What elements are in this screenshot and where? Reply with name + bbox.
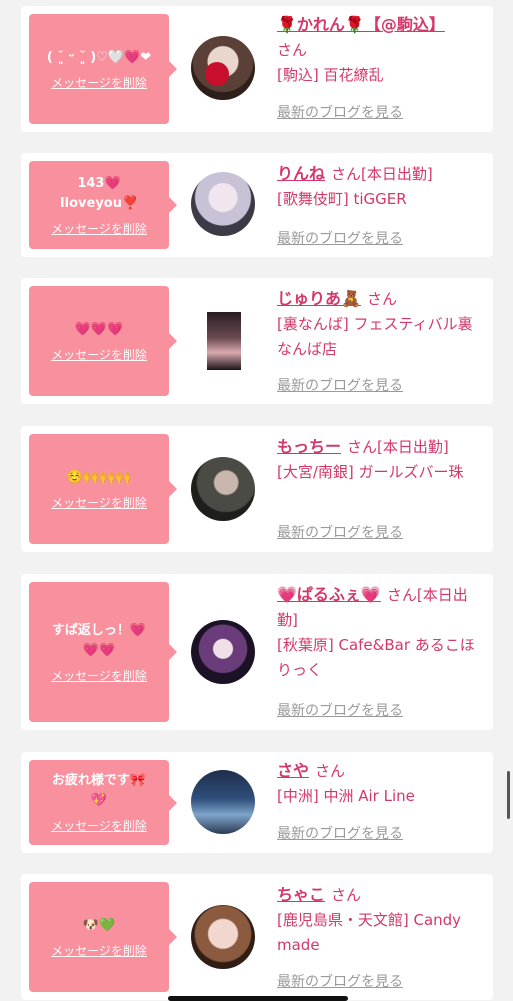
latest-blog-link[interactable]: 最新のブログを見る <box>277 971 403 991</box>
shop-label: [鹿児島県・天文館] Candy made <box>277 911 462 954</box>
message-card: 143💗 Iloveyou❣️ メッセージを削除 りんね さん[本日出勤] [歌舞… <box>21 153 493 257</box>
shop-label: [歌舞伎町] tiGGER <box>277 190 407 208</box>
message-card: ☺️🙌🙌🙌 メッセージを削除 もっちー さん[本日出勤] [大宮/南銀] ガールズ… <box>21 426 493 552</box>
latest-blog-link[interactable]: 最新のブログを見る <box>277 823 403 843</box>
shop-label: [裏なんば] フェスティバル裏なんば店 <box>277 315 473 358</box>
san-label: さん[本日出勤] <box>331 165 433 183</box>
scrollbar[interactable] <box>507 771 510 819</box>
san-label: さん[本日出勤] <box>347 438 449 456</box>
san-label: さん <box>366 290 397 308</box>
message-text: 💗💗💗 <box>74 321 124 337</box>
shop-label: [秋葉原] Cafe&Bar あるこほりっく <box>277 636 475 679</box>
message-bubble: 💗💗💗 メッセージを削除 <box>29 286 177 396</box>
latest-blog-link[interactable]: 最新のブログを見る <box>277 375 403 395</box>
delete-message-link[interactable]: メッセージを削除 <box>51 220 147 237</box>
cast-name-link[interactable]: 💗ぱるふぇ💗 <box>277 585 381 604</box>
avatar[interactable] <box>191 457 255 521</box>
message-text: お疲れ様です🎀 💖 <box>51 773 147 808</box>
cast-name-link[interactable]: じゅりあ🧸 <box>277 289 361 308</box>
avatar[interactable] <box>191 172 255 236</box>
latest-blog-link[interactable]: 最新のブログを見る <box>277 522 403 542</box>
delete-message-link[interactable]: メッセージを削除 <box>51 494 147 511</box>
cast-info: 💗ぱるふぇ💗 さん[本日出勤] [秋葉原] Cafe&Bar あるこほりっく <box>277 582 483 683</box>
cast-info: 🌹かれん🌹【@駒込】 さん [駒込] 百花繚乱 <box>277 12 483 88</box>
message-bubble: 143💗 Iloveyou❣️ メッセージを削除 <box>29 161 177 249</box>
message-card: 🐶💚 メッセージを削除 ちゃこ さん [鹿児島県・天文館] Candy made … <box>21 874 493 1000</box>
message-text: すぱ返しっ！💗 💗💗 <box>51 622 147 658</box>
avatar[interactable] <box>191 620 255 684</box>
shop-label: [中洲] 中洲 Air Line <box>277 787 415 805</box>
delete-message-link[interactable]: メッセージを削除 <box>51 942 147 959</box>
cast-name-link[interactable]: りんね <box>277 164 325 183</box>
avatar[interactable] <box>191 905 255 969</box>
message-card: お疲れ様です🎀 💖 メッセージを削除 さや さん [中洲] 中洲 Air Line… <box>21 752 493 853</box>
message-bubble: お疲れ様です🎀 💖 メッセージを削除 <box>29 760 177 845</box>
delete-message-link[interactable]: メッセージを削除 <box>51 667 147 684</box>
latest-blog-link[interactable]: 最新のブログを見る <box>277 102 403 122</box>
message-text: ☺️🙌🙌🙌 <box>66 469 132 485</box>
cast-name-link[interactable]: さや <box>277 761 309 780</box>
delete-message-link[interactable]: メッセージを削除 <box>51 74 147 91</box>
cast-info: さや さん [中洲] 中洲 Air Line <box>277 758 483 809</box>
avatar[interactable] <box>191 36 255 100</box>
shop-label: [大宮/南銀] ガールズバー珠 <box>277 463 464 481</box>
delete-message-link[interactable]: メッセージを削除 <box>51 346 147 363</box>
cast-name-link[interactable]: もっちー <box>277 437 341 456</box>
message-text: 🐶💚 <box>82 917 116 933</box>
latest-blog-link[interactable]: 最新のブログを見る <box>277 228 403 248</box>
message-bubble: 🐶💚 メッセージを削除 <box>29 882 177 992</box>
cast-info: もっちー さん[本日出勤] [大宮/南銀] ガールズバー珠 <box>277 434 483 485</box>
cast-name-link[interactable]: ちゃこ <box>277 885 325 904</box>
cast-name-link[interactable]: 🌹かれん🌹【@駒込】 <box>277 15 445 34</box>
cast-info: じゅりあ🧸 さん [裏なんば] フェスティバル裏なんば店 <box>277 286 483 362</box>
avatar[interactable] <box>191 770 255 834</box>
san-label: さん <box>277 41 308 59</box>
rose-icon <box>205 62 229 86</box>
avatar[interactable] <box>207 312 241 370</box>
message-card: 💗💗💗 メッセージを削除 じゅりあ🧸 さん [裏なんば] フェスティバル裏なんば店… <box>21 278 493 404</box>
shop-label: [駒込] 百花繚乱 <box>277 66 384 84</box>
latest-blog-link[interactable]: 最新のブログを見る <box>277 700 403 720</box>
message-text: ( ˘͈ ᵕ ˘͈ )♡🤍💗❤ <box>46 49 152 65</box>
message-text: 143💗 Iloveyou❣️ <box>59 175 139 211</box>
message-bubble: ☺️🙌🙌🙌 メッセージを削除 <box>29 434 177 544</box>
message-card: すぱ返しっ！💗 💗💗 メッセージを削除 💗ぱるふぇ💗 さん[本日出勤] [秋葉原]… <box>21 574 493 730</box>
cast-info: ちゃこ さん [鹿児島県・天文館] Candy made <box>277 882 483 958</box>
san-label: さん <box>331 886 362 904</box>
message-card: ( ˘͈ ᵕ ˘͈ )♡🤍💗❤ メッセージを削除 🌹かれん🌹【@駒込】 さん [… <box>21 6 493 132</box>
san-label: さん <box>315 762 346 780</box>
delete-message-link[interactable]: メッセージを削除 <box>51 817 147 834</box>
home-indicator <box>168 996 348 1001</box>
message-bubble: ( ˘͈ ᵕ ˘͈ )♡🤍💗❤ メッセージを削除 <box>29 14 177 124</box>
message-bubble: すぱ返しっ！💗 💗💗 メッセージを削除 <box>29 582 177 722</box>
cast-info: りんね さん[本日出勤] [歌舞伎町] tiGGER <box>277 161 483 212</box>
